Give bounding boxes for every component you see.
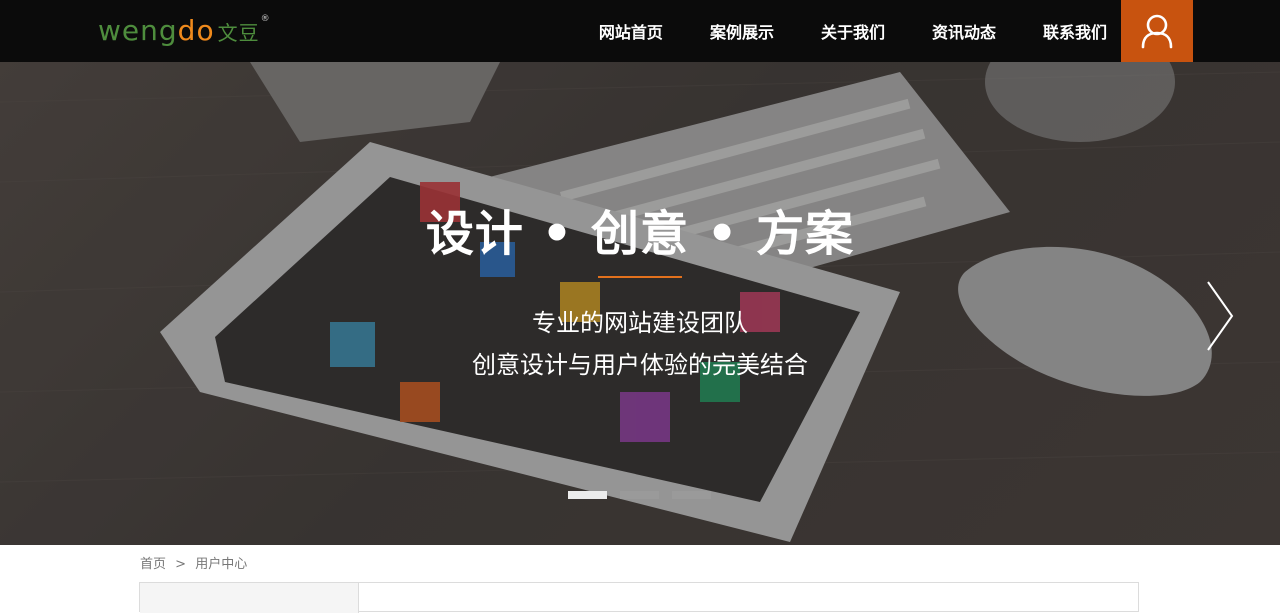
breadcrumb-current: 用户中心 xyxy=(195,557,248,572)
nav-item-home[interactable]: 网站首页 xyxy=(599,19,663,43)
logo-chinese-name: 文豆 xyxy=(217,20,260,45)
slide-dot-1[interactable] xyxy=(568,491,607,499)
breadcrumb-separator: > xyxy=(175,557,187,572)
slide-indicators xyxy=(568,491,724,499)
nav-item-about[interactable]: 关于我们 xyxy=(821,19,885,43)
chevron-right-icon xyxy=(1207,281,1234,351)
main-nav: 网站首页 案例展示 关于我们 资讯动态 联系我们 xyxy=(599,0,1107,62)
nav-item-news[interactable]: 资讯动态 xyxy=(932,19,996,43)
user-center-button[interactable] xyxy=(1121,0,1193,62)
top-navbar: wengdo 文豆 ® 网站首页 案例展示 关于我们 资讯动态 联系我们 xyxy=(0,0,1280,62)
banner-subline-2: 创意设计与用户体验的完美结合 xyxy=(472,351,808,379)
user-icon xyxy=(1141,14,1173,49)
user-center-panel xyxy=(139,582,1139,613)
banner-subline-1: 专业的网站建设团队 xyxy=(532,309,748,337)
banner-headline: 设计 • 创意 • 方案 xyxy=(425,206,855,262)
site-logo[interactable]: wengdo 文豆 ® xyxy=(98,14,270,48)
slide-dot-3[interactable] xyxy=(672,491,711,499)
next-slide-button[interactable] xyxy=(1200,276,1240,356)
registered-mark: ® xyxy=(260,14,270,24)
hero-banner: 设计 • 创意 • 方案 专业的网站建设团队 创意设计与用户体验的完美结合 xyxy=(0,62,1280,545)
slide-dot-2[interactable] xyxy=(620,491,659,499)
breadcrumb-home-link[interactable]: 首页 xyxy=(140,557,166,572)
headline-divider xyxy=(598,276,682,278)
user-center-sidebar xyxy=(140,583,359,613)
nav-item-contact[interactable]: 联系我们 xyxy=(1043,19,1107,43)
nav-item-cases[interactable]: 案例展示 xyxy=(710,19,774,43)
breadcrumb: 首页 > 用户中心 xyxy=(140,553,247,572)
logo-wordmark: wengdo xyxy=(98,14,215,47)
